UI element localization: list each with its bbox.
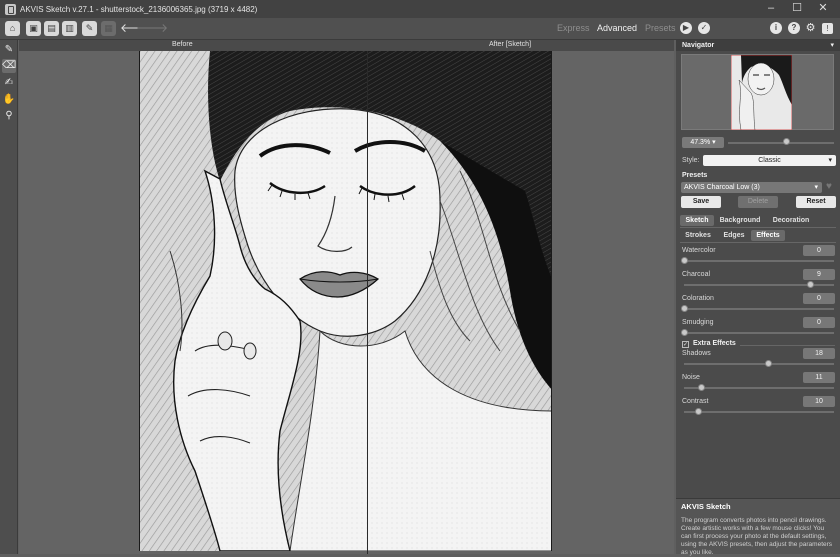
tab-sketch[interactable]: Sketch bbox=[680, 215, 714, 226]
settings-panel: Navigator ▾ 47.3% ▾ Style: Classic ▾ Pres… bbox=[676, 40, 840, 556]
effect-param-slider-track-2[interactable] bbox=[684, 308, 834, 310]
effect-param-label-3: Smudging bbox=[682, 319, 714, 326]
effect-param-slider-knob-1[interactable] bbox=[807, 281, 814, 288]
before-after-divider[interactable] bbox=[367, 51, 368, 554]
open-icon[interactable]: ▣ bbox=[26, 21, 41, 36]
info-icon[interactable]: i bbox=[770, 22, 782, 34]
close-button[interactable]: ✕ bbox=[812, 0, 834, 18]
navigator-thumbnail bbox=[731, 55, 792, 130]
extra-effects-checkbox[interactable]: ✓ bbox=[682, 341, 689, 348]
zoom-slider-knob[interactable] bbox=[783, 138, 790, 145]
open-file-icon[interactable]: ⌂ bbox=[5, 21, 20, 36]
effect-param-value-0[interactable]: 0 bbox=[803, 245, 835, 256]
tab-decoration[interactable]: Decoration bbox=[768, 215, 814, 226]
subtab-strokes[interactable]: Strokes bbox=[680, 230, 716, 241]
presets-label: Presets bbox=[682, 172, 708, 179]
viewer-header: Before After [Sketch] bbox=[19, 40, 674, 51]
print-icon[interactable]: ▥ bbox=[62, 21, 77, 36]
navigator-header: Navigator ▾ bbox=[676, 40, 840, 51]
before-label: Before bbox=[172, 41, 193, 48]
preset-select[interactable]: AKVIS Charcoal Low (3) ▾ bbox=[681, 182, 822, 193]
extra-param-slider-knob-1[interactable] bbox=[697, 384, 705, 391]
effect-param-slider-track-0[interactable] bbox=[684, 260, 834, 262]
sketch-image bbox=[139, 51, 552, 551]
extra-param-slider-track-1[interactable] bbox=[684, 387, 834, 389]
mode-express[interactable]: Express bbox=[557, 23, 590, 33]
style-select[interactable]: Classic ▾ bbox=[703, 155, 836, 166]
favorite-heart-icon[interactable]: ♥ bbox=[826, 181, 832, 192]
extra-param-value-1[interactable]: 11 bbox=[803, 372, 835, 383]
save-preset-button[interactable]: Save bbox=[681, 196, 721, 208]
effect-param-slider-track-3[interactable] bbox=[684, 332, 834, 334]
help-icon[interactable]: ? bbox=[788, 22, 800, 34]
hand-icon[interactable]: ✋ bbox=[2, 93, 16, 107]
effect-param-value-3[interactable]: 0 bbox=[803, 317, 835, 328]
run-button[interactable]: ▶ bbox=[680, 22, 692, 34]
extra-param-slider-track-0[interactable] bbox=[684, 363, 834, 365]
effect-param-value-2[interactable]: 0 bbox=[803, 293, 835, 304]
maximize-button[interactable]: ☐ bbox=[786, 0, 808, 18]
undo-icon[interactable]: 🡐 bbox=[120, 21, 152, 36]
window-title: AKVIS Sketch v.27.1 - shutterstock_21360… bbox=[20, 4, 258, 14]
app-icon bbox=[5, 3, 16, 15]
style-label: Style: bbox=[682, 157, 700, 164]
extra-param-slider-knob-2[interactable] bbox=[695, 408, 702, 415]
extra-param-label-1: Noise bbox=[682, 374, 700, 381]
effect-param-slider-knob-0[interactable] bbox=[681, 257, 688, 264]
after-label: After [Sketch] bbox=[489, 41, 532, 48]
navigator-title: Navigator bbox=[682, 42, 715, 49]
navigator-preview[interactable] bbox=[681, 54, 834, 130]
redo-icon[interactable]: 🡒 bbox=[136, 21, 168, 36]
main-toolbar: ⌂ ▣ ▤ ▥ ✎ ▦ 🡐 🡒 Express Advanced Presets… bbox=[0, 18, 840, 40]
eraser-icon[interactable]: ⌫ bbox=[2, 59, 16, 73]
image-viewer[interactable] bbox=[19, 51, 674, 554]
notifications-icon[interactable]: ! bbox=[822, 23, 833, 34]
info-text: The program converts photos into pencil … bbox=[681, 517, 833, 556]
zoom-dropdown[interactable]: 47.3% ▾ bbox=[682, 137, 724, 148]
extra-param-slider-track-2[interactable] bbox=[684, 411, 834, 413]
tool-bar: ✎ ⌫ ✍ ✋ ⚲ bbox=[0, 40, 18, 554]
zoom-slider-track[interactable] bbox=[728, 142, 834, 144]
tab-background[interactable]: Background bbox=[716, 215, 764, 226]
effect-param-slider-knob-2[interactable] bbox=[681, 305, 688, 312]
extra-param-value-0[interactable]: 18 bbox=[803, 348, 835, 359]
collapse-icon[interactable]: ▾ bbox=[830, 40, 834, 51]
subtab-effects[interactable]: Effects bbox=[751, 230, 785, 241]
reset-button[interactable]: Reset bbox=[796, 196, 836, 208]
info-panel: AKVIS Sketch The program converts photos… bbox=[676, 498, 840, 556]
subtab-edges[interactable]: Edges bbox=[718, 230, 750, 241]
mode-advanced[interactable]: Advanced bbox=[597, 23, 637, 33]
extra-param-label-0: Shadows bbox=[682, 350, 711, 357]
delete-preset-button[interactable]: Delete bbox=[738, 196, 778, 208]
stroke-icon[interactable]: ✍ bbox=[2, 76, 16, 90]
effect-param-label-0: Watercolor bbox=[682, 247, 716, 254]
zoom-icon[interactable]: ⚲ bbox=[2, 109, 16, 123]
effect-param-slider-knob-3[interactable] bbox=[681, 329, 688, 336]
settings-icon[interactable]: ⚙ bbox=[804, 22, 817, 35]
save-file-icon[interactable]: ▤ bbox=[44, 21, 59, 36]
pencil-icon[interactable]: ✎ bbox=[2, 43, 16, 57]
effect-param-value-1[interactable]: 9 bbox=[803, 269, 835, 280]
minimize-button[interactable]: – bbox=[760, 0, 782, 18]
info-title: AKVIS Sketch bbox=[681, 502, 731, 511]
extra-effects-label: Extra Effects bbox=[693, 340, 736, 347]
title-bar: AKVIS Sketch v.27.1 - shutterstock_21360… bbox=[0, 0, 840, 18]
sketch-illustration bbox=[140, 51, 551, 551]
mode-presets[interactable]: Presets bbox=[645, 23, 676, 33]
batch-icon[interactable]: ▦ bbox=[101, 21, 116, 36]
extra-param-slider-knob-0[interactable] bbox=[765, 360, 772, 367]
navigator-thumbnail-illustration bbox=[731, 55, 792, 130]
extra-param-value-2[interactable]: 10 bbox=[803, 396, 835, 407]
extra-param-label-2: Contrast bbox=[682, 398, 709, 405]
effect-param-label-2: Coloration bbox=[682, 295, 714, 302]
effect-param-label-1: Charcoal bbox=[682, 271, 711, 278]
apply-button[interactable]: ✓ bbox=[698, 22, 710, 34]
share-icon[interactable]: ✎ bbox=[82, 21, 97, 36]
